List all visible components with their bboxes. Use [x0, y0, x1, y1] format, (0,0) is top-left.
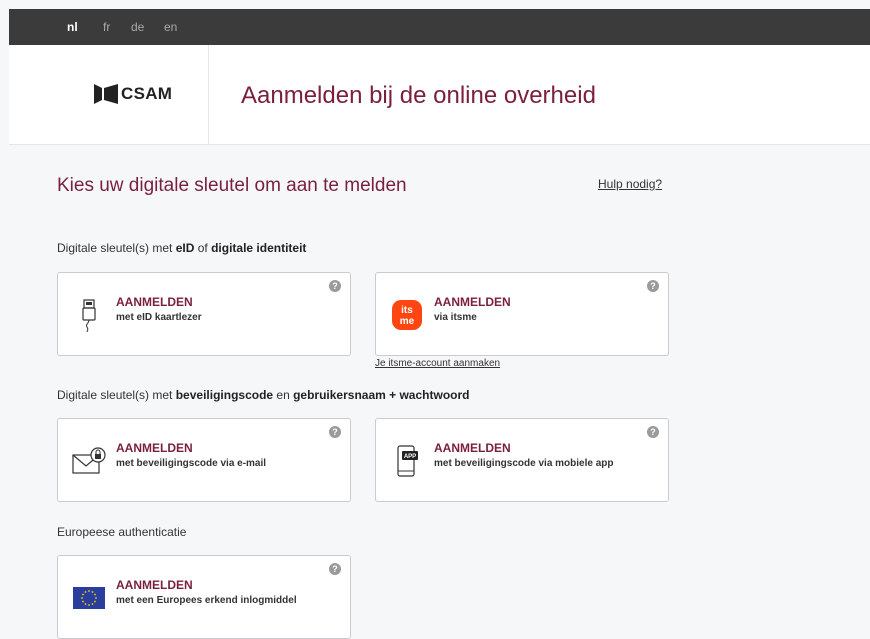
login-card-itsme[interactable]: ? its me AANMELDEN via itsme	[375, 272, 669, 356]
create-itsme-account-link[interactable]: Je itsme-account aanmaken	[375, 358, 500, 369]
card-subtitle: met beveiligingscode via mobiele app	[434, 458, 614, 469]
svg-text:APP: APP	[404, 454, 416, 460]
lang-en[interactable]: en	[164, 20, 177, 34]
csam-logo-icon	[94, 84, 118, 104]
card-title: AANMELDEN	[116, 295, 193, 309]
envelope-lock-icon	[69, 441, 109, 481]
logo-text: CSAM	[121, 84, 173, 103]
help-icon[interactable]: ?	[647, 280, 659, 292]
section-label-securitycode: Digitale sleutel(s) met beveiligingscode…	[57, 388, 470, 402]
card-title: AANMELDEN	[434, 295, 511, 309]
card-title: AANMELDEN	[434, 441, 511, 455]
card-title: AANMELDEN	[116, 441, 193, 455]
section-label-eid: Digitale sleutel(s) met eID of digitale …	[57, 241, 307, 255]
login-card-eid[interactable]: ? AANMELDEN met eID kaartlezer	[57, 272, 351, 356]
card-subtitle: via itsme	[434, 312, 477, 323]
itsme-icon: its me	[387, 295, 427, 335]
page-title: Kies uw digitale sleutel om aan te melde…	[57, 175, 407, 196]
login-card-email[interactable]: ? AANMELDEN met beveiligingscode via e-m…	[57, 418, 351, 502]
header: CSAM Aanmelden bij de online overheid	[9, 45, 870, 145]
card-subtitle: met eID kaartlezer	[116, 312, 202, 323]
page-header-title: Aanmelden bij de online overheid	[241, 82, 596, 109]
card-title: AANMELDEN	[116, 578, 193, 592]
lang-fr[interactable]: fr	[103, 20, 110, 34]
svg-text:me: me	[400, 316, 415, 327]
login-card-mobile-app[interactable]: ? APP AANMELDEN met beveiligingscode via…	[375, 418, 669, 502]
mobile-app-icon: APP	[387, 441, 427, 481]
help-icon[interactable]: ?	[647, 426, 659, 438]
svg-text:its: its	[401, 305, 413, 316]
login-card-european[interactable]: ? AANMELDEN met een Europees erkend inlo…	[57, 555, 351, 639]
lang-de[interactable]: de	[131, 20, 144, 34]
card-subtitle: met een Europees erkend inlogmiddel	[116, 595, 297, 606]
section-label-european: Europeese authenticatie	[57, 525, 187, 539]
help-icon[interactable]: ?	[329, 563, 341, 575]
header-divider	[208, 45, 209, 145]
lang-nl[interactable]: nl	[67, 20, 78, 34]
help-icon[interactable]: ?	[329, 280, 341, 292]
language-bar: nl fr de en	[9, 9, 870, 45]
card-subtitle: met beveiligingscode via e-mail	[116, 458, 267, 469]
help-link[interactable]: Hulp nodig?	[598, 177, 662, 191]
card-reader-icon	[69, 295, 109, 335]
csam-logo[interactable]: CSAM	[94, 84, 172, 104]
help-icon[interactable]: ?	[329, 426, 341, 438]
eu-flag-icon	[69, 578, 109, 618]
